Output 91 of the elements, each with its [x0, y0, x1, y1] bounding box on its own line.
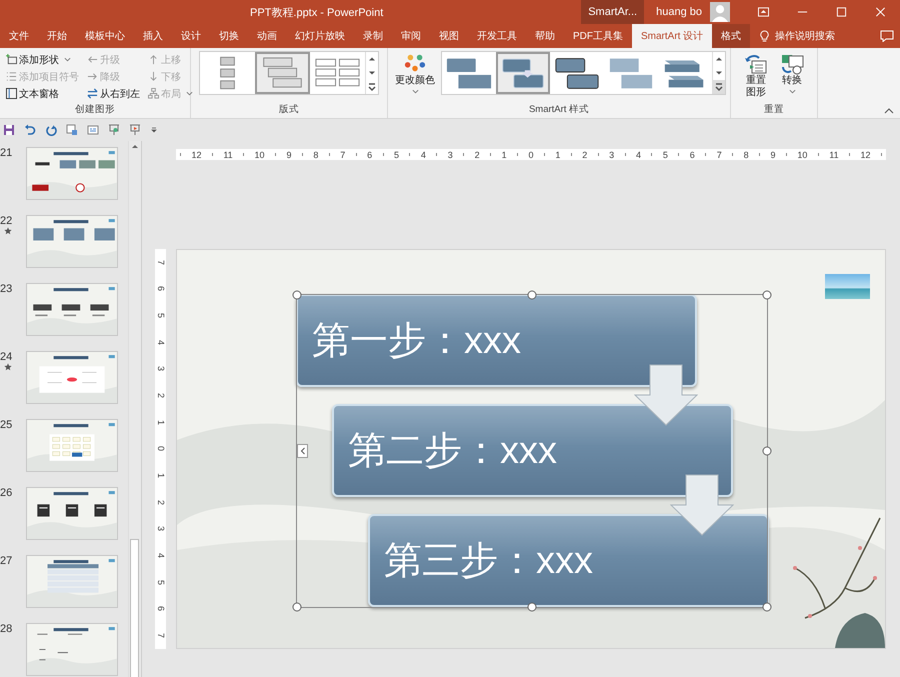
group-label: 创建图形: [74, 103, 116, 117]
slide-thumbnail[interactable]: [26, 351, 118, 404]
ribbon-command[interactable]: 添加形状: [4, 51, 81, 68]
tell-me-search[interactable]: 操作说明搜索: [775, 29, 836, 43]
convert-button[interactable]: 转换: [777, 51, 807, 100]
slide-thumbnail[interactable]: [26, 215, 118, 268]
ribbon-command[interactable]: 从右到左: [85, 85, 142, 102]
style-preview-icon: [553, 55, 601, 91]
slide-thumbnail[interactable]: [26, 147, 118, 200]
text-box-icon[interactable]: [87, 124, 99, 136]
collapse-ribbon-icon[interactable]: [884, 108, 894, 114]
arrow-icon: [87, 71, 98, 82]
slide-number: 26: [0, 487, 12, 499]
resize-handle[interactable]: [528, 290, 536, 300]
slide-number: 27: [0, 555, 12, 567]
lightbulb-icon[interactable]: [760, 30, 770, 42]
layout-option[interactable]: [255, 52, 310, 94]
slide-number: 28: [0, 623, 12, 635]
photo-placeholder: [825, 274, 870, 299]
group-label: 重置: [763, 103, 785, 117]
style-preview-icon: [500, 56, 546, 90]
ribbon-tab[interactable]: 开发工具: [468, 24, 526, 48]
swap-arrows-icon: [87, 88, 98, 99]
caret-icon: [412, 89, 418, 94]
slideshow-icon[interactable]: [129, 124, 141, 136]
down-arrow[interactable]: [634, 364, 698, 426]
ribbon-tab[interactable]: 格式: [712, 24, 750, 48]
resize-handle[interactable]: [292, 290, 302, 300]
more-icon[interactable]: [713, 80, 725, 94]
slide-number: 21: [0, 147, 12, 159]
slide-number: 23: [0, 283, 12, 295]
window-title: PPT教程.pptx - PowerPoint: [250, 6, 384, 20]
ribbon-tab[interactable]: 帮助: [526, 24, 564, 48]
reset-graphic-button[interactable]: 重置图形: [741, 51, 771, 100]
ribbon-tab[interactable]: 开始: [38, 24, 76, 48]
undo-icon[interactable]: [24, 124, 36, 136]
ribbon-tab[interactable]: SmartArt 设计: [632, 24, 712, 48]
presentation-icon[interactable]: [108, 124, 120, 136]
convert-icon: [780, 53, 804, 75]
ribbon-tab[interactable]: 模板中心: [76, 24, 134, 48]
slide-thumbnail[interactable]: [26, 555, 118, 608]
arrow-icon: [148, 54, 159, 65]
ribbon-tab[interactable]: PDF工具集: [564, 24, 632, 48]
maximize-icon[interactable]: [836, 7, 847, 17]
change-colors-button[interactable]: 更改颜色: [392, 51, 438, 96]
step-box[interactable]: 第二步：xxx: [332, 404, 733, 497]
save-icon[interactable]: [3, 124, 15, 136]
scrollbar-thumb[interactable]: [130, 539, 139, 677]
ribbon-command[interactable]: 文本窗格: [4, 85, 81, 102]
group-label: 版式: [278, 103, 300, 117]
ribbon-tab[interactable]: 幻灯片放映: [286, 24, 354, 48]
slide-number: 24: [0, 351, 12, 363]
arrow-icon: [148, 71, 159, 82]
slide-number: 25: [0, 419, 12, 431]
ribbon-tab[interactable]: 设计: [172, 24, 210, 48]
ribbon-display-icon[interactable]: [758, 7, 769, 17]
ribbon-tab[interactable]: 插入: [134, 24, 172, 48]
add-shape-icon: [6, 54, 17, 65]
ribbon-tab[interactable]: 动画: [248, 24, 286, 48]
context-tab-label: SmartAr...: [581, 0, 644, 24]
reset-graphic-icon: [744, 53, 768, 75]
step-box[interactable]: 第一步：xxx: [296, 294, 697, 387]
slide-thumbnail[interactable]: [26, 623, 118, 676]
slide-thumbnail[interactable]: [26, 283, 118, 336]
text-pane-icon: [6, 88, 17, 99]
slide-number: 22: [0, 215, 12, 227]
ribbon-tab[interactable]: 录制: [354, 24, 392, 48]
close-icon[interactable]: [875, 7, 886, 17]
ribbon-tab[interactable]: 审阅: [392, 24, 430, 48]
slide-thumbnail[interactable]: [26, 419, 118, 472]
ribbon-tab[interactable]: 视图: [430, 24, 468, 48]
resize-handle[interactable]: [762, 290, 772, 300]
bullet-list-icon: [6, 71, 17, 82]
vertical-ruler: 7 6 5 4 3 2 1 0 1 2 3 4 5 6 7: [155, 249, 166, 649]
picture-icon[interactable]: [66, 124, 78, 136]
ribbon-tab[interactable]: 切换: [210, 24, 248, 48]
caret-icon: [788, 88, 796, 94]
hierarchy-icon: [148, 88, 159, 99]
group-label: SmartArt 样式: [528, 103, 590, 117]
text-pane-toggle[interactable]: [297, 444, 308, 458]
color-dots-icon: [404, 53, 426, 73]
comment-icon[interactable]: [880, 30, 894, 42]
down-arrow[interactable]: [670, 474, 734, 536]
step-box[interactable]: 第三步：xxx: [368, 514, 769, 607]
horizontal-ruler: 12 11 10 9 8 7 6 5 4 3 2 1 0 1 2 3 4 5 6 7 8 9 10 11 12: [176, 149, 886, 160]
ribbon-tab[interactable]: 文件: [0, 24, 38, 48]
redo-icon[interactable]: [45, 124, 57, 136]
slide-thumbnail[interactable]: [26, 487, 118, 540]
user-name[interactable]: huang bo: [644, 6, 710, 18]
arrow-icon: [87, 54, 98, 65]
chevron-left-icon: [300, 446, 306, 456]
